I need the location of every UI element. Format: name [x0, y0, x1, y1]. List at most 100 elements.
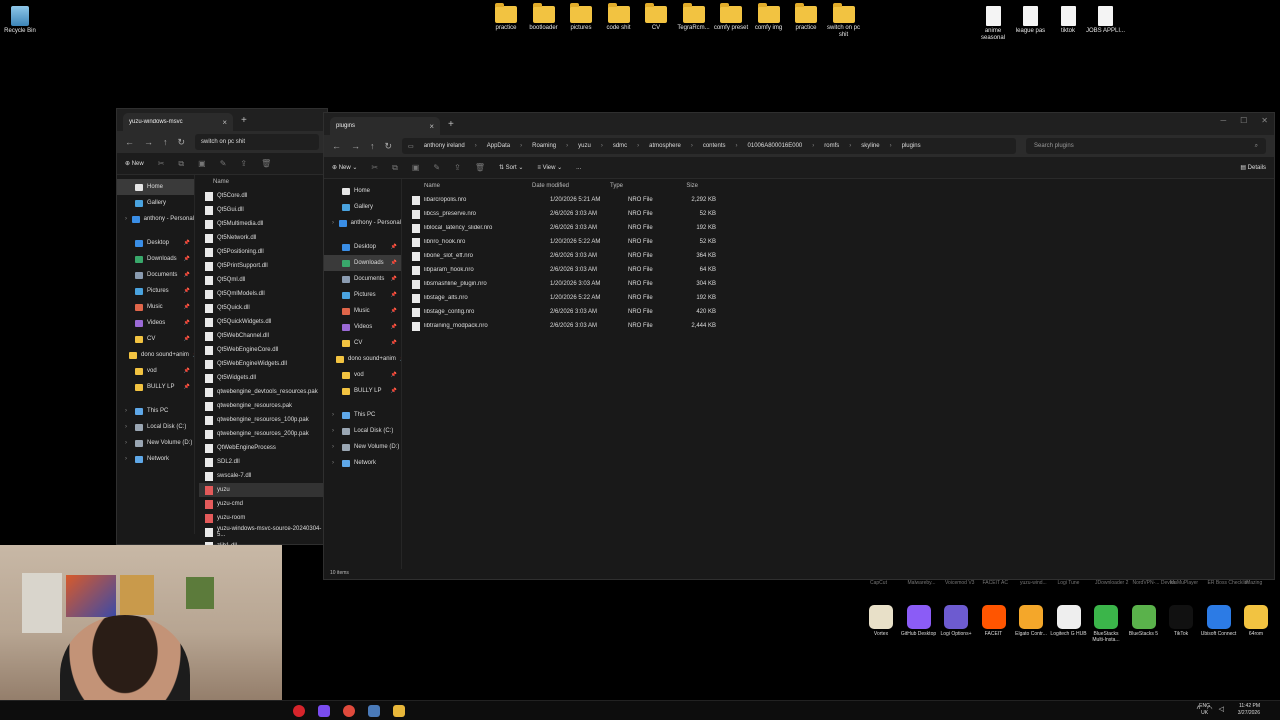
copy-icon[interactable]: ⧉ [178, 159, 184, 169]
minimize-icon[interactable]: ─ [1220, 116, 1226, 125]
pin-icon[interactable]: 📌 [184, 384, 190, 390]
back-title-bar[interactable]: yuzu-windows-msvc × + [117, 109, 327, 131]
new-button[interactable]: ⊕ New [125, 160, 144, 167]
list-item[interactable]: QtWebEngineProcess [199, 441, 327, 455]
desktop-shortcut-label[interactable]: iMazing [1245, 580, 1262, 586]
sort-button[interactable]: ⇅ Sort ⌄ [499, 164, 523, 171]
volume-icon[interactable]: ◁ [1219, 705, 1224, 713]
desktop-shortcut-bluestacks-multi-insta-[interactable]: BlueStacks Multi-Insta... [1087, 605, 1125, 643]
breadcrumb-item[interactable]: 01006A800016E000 [748, 143, 803, 149]
cut-icon[interactable]: ✂ [371, 163, 378, 172]
list-item[interactable]: yuzu-cmd [199, 497, 327, 511]
rename-icon[interactable]: ✎ [433, 163, 440, 172]
nav-item-network[interactable]: › Network [117, 451, 194, 467]
desktop-icon-doc[interactable]: JOBS APPLI... [1086, 6, 1126, 35]
share-icon[interactable]: ⇪ [454, 163, 461, 172]
desktop-icon-folder[interactable]: switch on pc shit [824, 3, 864, 39]
column-type[interactable]: Type [610, 183, 660, 189]
pin-icon[interactable]: 📌 [391, 276, 397, 282]
list-item[interactable]: SDL2.dll [199, 455, 327, 469]
more-options-button[interactable]: ... [576, 165, 581, 171]
pin-icon[interactable]: 📌 [184, 288, 190, 294]
back-arrow-icon[interactable]: ← [332, 141, 341, 151]
desktop-shortcut-faceit[interactable]: FACEIT [975, 605, 1013, 637]
pin-icon[interactable]: 📌 [391, 372, 397, 378]
nav-item-this-pc[interactable]: › This PC [117, 403, 194, 419]
desktop-shortcut-vortex[interactable]: Vortex [862, 605, 900, 637]
pin-icon[interactable]: 📌 [184, 240, 190, 246]
breadcrumb-item[interactable]: atmosphere [649, 143, 681, 149]
pin-icon[interactable]: 📌 [184, 304, 190, 310]
nav-item-downloads[interactable]: Downloads 📌 [324, 255, 401, 271]
desktop-shortcut-tiktok[interactable]: TikTok [1162, 605, 1200, 637]
new-tab-icon[interactable]: + [241, 115, 247, 126]
cut-icon[interactable]: ✂ [158, 159, 165, 168]
rename-icon[interactable]: ✎ [220, 159, 227, 168]
list-item[interactable]: swscale-7.dll [199, 469, 327, 483]
maximize-icon[interactable]: ☐ [1240, 116, 1247, 125]
desktop-shortcut-logi-options-[interactable]: Logi Options+ [937, 605, 975, 637]
nav-item-new-volume-d-[interactable]: › New Volume (D:) [324, 439, 401, 455]
search-input[interactable]: Search plugins ⌕ [1026, 138, 1266, 154]
table-row[interactable]: libnro_hook.nro 1/20/2026 5:22 AM NRO File… [406, 235, 1274, 249]
close-window-icon[interactable]: ✕ [1261, 116, 1268, 125]
desktop-shortcut-label[interactable]: FACEIT AC [983, 580, 1008, 586]
list-item[interactable]: yuzu-room [199, 511, 327, 525]
nav-item-this-pc[interactable]: › This PC [324, 407, 401, 423]
list-item[interactable]: qtwebengine_resources.pak [199, 399, 327, 413]
pin-icon[interactable]: 📌 [184, 320, 190, 326]
nav-item-home[interactable]: Home [117, 179, 194, 195]
refresh-icon[interactable]: ↻ [178, 137, 186, 148]
nav-item-home[interactable]: Home [324, 183, 401, 199]
chevron-right-icon[interactable]: › [332, 460, 338, 466]
desktop-icon-folder[interactable]: code shit [599, 3, 639, 32]
list-item[interactable]: Qt5Widgets.dll [199, 371, 327, 385]
table-row[interactable]: libstage_config.nro 2/6/2026 3:03 AM NRO F… [406, 305, 1274, 319]
pin-icon[interactable]: 📌 [184, 256, 190, 262]
column-name[interactable]: Name [406, 183, 532, 189]
chevron-right-icon[interactable]: › [125, 216, 128, 222]
desktop-shortcut-bluestacks-5[interactable]: BlueStacks 5 [1125, 605, 1163, 637]
nav-item-network[interactable]: › Network [324, 455, 401, 471]
breadcrumb-item[interactable]: romfs [824, 143, 839, 149]
delete-icon[interactable]: 🗑 [475, 163, 485, 172]
nav-item-desktop[interactable]: Desktop 📌 [324, 239, 401, 255]
list-item[interactable]: Qt5WebEngineWidgets.dll [199, 357, 327, 371]
table-row[interactable]: liblocal_latency_slider.nro 2/6/2026 3:03… [406, 221, 1274, 235]
desktop-icon-folder[interactable]: comfy preset [711, 3, 751, 32]
desktop-icon-folder[interactable]: practice [486, 3, 526, 32]
pin-icon[interactable]: 📌 [184, 272, 190, 278]
nav-item-local-disk-c-[interactable]: › Local Disk (C:) [117, 419, 194, 435]
chevron-right-icon[interactable]: › [125, 456, 131, 462]
nav-item-cv[interactable]: CV 📌 [324, 335, 401, 351]
nav-item-videos[interactable]: Videos 📌 [324, 319, 401, 335]
list-item[interactable]: Qt5Multimedia.dll [199, 217, 327, 231]
view-button[interactable]: ≡ View ⌄ [537, 164, 562, 171]
pin-icon[interactable]: 📌 [184, 336, 190, 342]
desktop-shortcut-label[interactable]: Malwareby... [908, 580, 936, 586]
back-address-bar[interactable]: switch on pc shit [195, 134, 319, 150]
table-row[interactable]: libsmashline_plugin.nro 1/20/2026 3:03 AM… [406, 277, 1274, 291]
breadcrumb-item[interactable]: AppData [487, 143, 510, 149]
address-crumb[interactable]: switch on pc shit [201, 139, 245, 145]
nav-item-videos[interactable]: Videos 📌 [117, 315, 194, 331]
nav-item-music[interactable]: Music 📌 [324, 303, 401, 319]
desktop-shortcut-label[interactable]: Voicemod V3 [945, 580, 974, 586]
nav-item-vod[interactable]: vod 📌 [324, 367, 401, 383]
pin-icon[interactable]: 📌 [391, 260, 397, 266]
close-tab-icon[interactable]: × [222, 118, 227, 127]
desktop-shortcut-github-desktop[interactable]: GitHub Desktop [900, 605, 938, 637]
column-size[interactable]: Size [660, 183, 698, 189]
list-item[interactable]: Qt5WebEngineCore.dll [199, 343, 327, 357]
breadcrumb[interactable]: ▭ anthony ireland › AppData › Roaming › yuzu › s… [402, 138, 1016, 154]
breadcrumb-item[interactable]: contents [703, 143, 726, 149]
desktop-shortcut-logitech-g-hub[interactable]: Logitech G HUB [1050, 605, 1088, 637]
pin-icon[interactable]: 📌 [193, 352, 194, 358]
pin-icon[interactable]: 📌 [400, 356, 401, 362]
copy-icon[interactable]: ⧉ [392, 163, 398, 173]
chevron-right-icon[interactable]: › [332, 444, 338, 450]
delete-icon[interactable]: 🗑 [261, 159, 271, 168]
nav-item-anthony-personal[interactable]: › anthony - Personal [117, 211, 194, 227]
nav-item-cv[interactable]: CV 📌 [117, 331, 194, 347]
chrome-icon[interactable] [343, 705, 355, 717]
